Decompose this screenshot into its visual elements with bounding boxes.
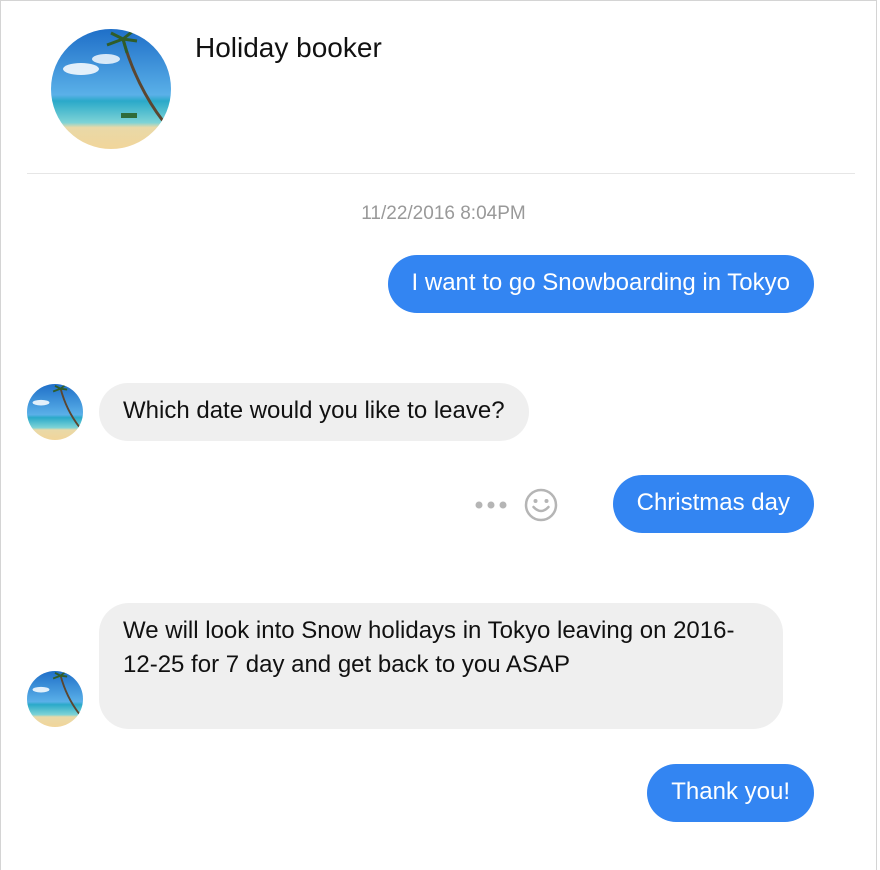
message-timestamp: 11/22/2016 8:04PM — [361, 203, 526, 224]
incoming-message[interactable]: We will look into Snow holidays in Tokyo… — [99, 603, 783, 729]
chat-window: Holiday booker 11/22/2016 8:04PM I want … — [0, 0, 877, 870]
outgoing-message[interactable]: Thank you! — [647, 764, 814, 822]
header-divider — [27, 173, 855, 174]
smiley-face-icon[interactable] — [523, 487, 559, 523]
beach-palm-avatar-icon — [27, 671, 83, 727]
beach-palm-avatar-icon — [51, 29, 171, 149]
bot-avatar[interactable] — [27, 384, 83, 440]
chat-title: Holiday booker — [195, 32, 382, 63]
outgoing-message[interactable]: Christmas day — [612, 475, 814, 533]
contact-avatar[interactable] — [51, 29, 171, 149]
incoming-message[interactable]: Which date would you like to leave? — [99, 383, 529, 441]
more-dots-icon[interactable] — [473, 499, 509, 511]
beach-palm-avatar-icon — [27, 384, 83, 440]
bot-avatar[interactable] — [27, 671, 83, 727]
outgoing-message[interactable]: I want to go Snowboarding in Tokyo — [387, 255, 814, 313]
